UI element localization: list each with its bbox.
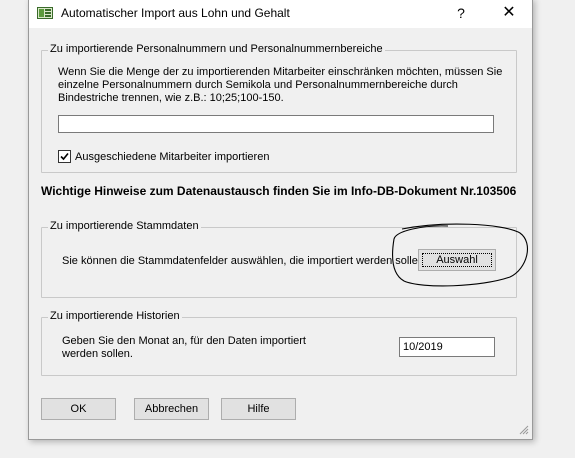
checkmark-icon (60, 152, 69, 161)
close-icon[interactable]: ✕ (497, 2, 521, 24)
month-input[interactable] (399, 337, 495, 357)
personal-numbers-legend: Zu importierende Personalnummern und Per… (48, 43, 385, 55)
title-bar: Automatischer Import aus Lohn und Gehalt… (29, 0, 532, 28)
stammdaten-description: Sie können die Stammdatenfelder auswähle… (62, 255, 428, 267)
ok-button[interactable]: OK (41, 398, 116, 420)
personal-numbers-input[interactable] (58, 115, 494, 133)
personal-numbers-description: Wenn Sie die Menge der zu importierenden… (58, 66, 503, 104)
historien-legend: Zu importierende Historien (48, 310, 182, 322)
background-right (532, 0, 575, 458)
window-title: Automatischer Import aus Lohn und Gehalt (61, 6, 290, 20)
former-employees-label[interactable]: Ausgeschiedene Mitarbeiter importieren (75, 151, 269, 163)
cancel-button[interactable]: Abbrechen (134, 398, 209, 420)
historien-group: Zu importierende Historien Geben Sie den… (41, 310, 517, 376)
former-employees-checkbox[interactable] (58, 150, 71, 163)
resize-grip-icon[interactable] (517, 423, 529, 435)
help-icon[interactable]: ? (449, 2, 473, 24)
hand-drawn-circle-annotation (392, 223, 529, 287)
background-left (0, 0, 28, 458)
dialog-window: Automatischer Import aus Lohn und Gehalt… (28, 0, 533, 440)
help-button[interactable]: Hilfe (221, 398, 296, 420)
historien-description: Geben Sie den Monat an, für den Daten im… (62, 335, 306, 360)
stammdaten-legend: Zu importierende Stammdaten (48, 220, 201, 232)
app-icon (37, 7, 53, 19)
personal-numbers-group: Zu importierende Personalnummern und Per… (41, 43, 517, 173)
info-note: Wichtige Hinweise zum Datenaustausch fin… (41, 184, 517, 198)
